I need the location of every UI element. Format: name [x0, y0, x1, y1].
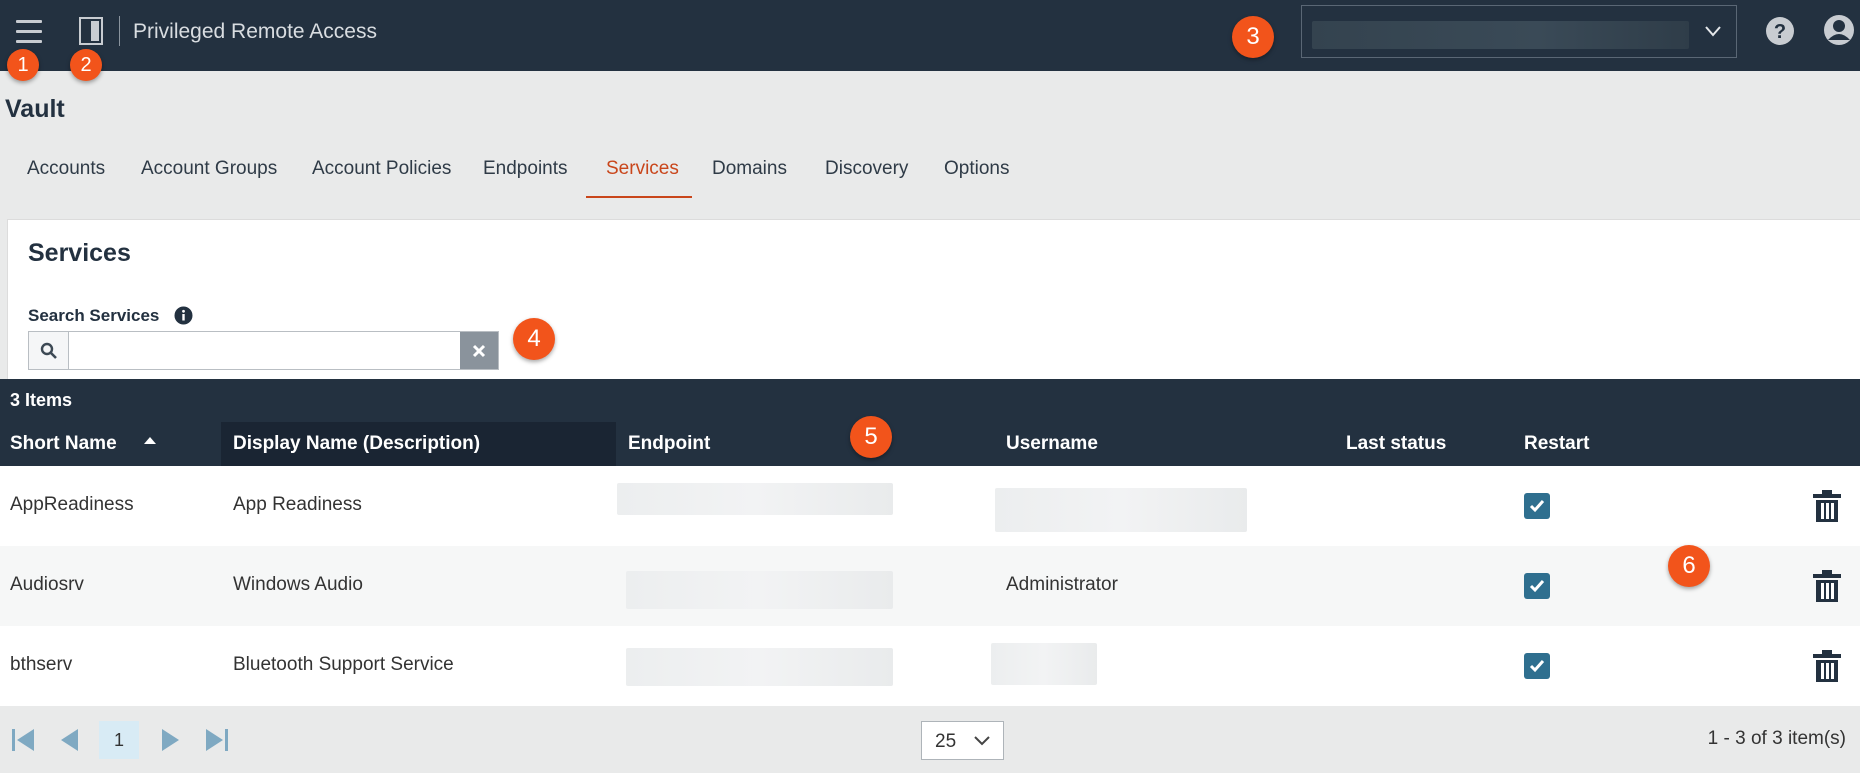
callout-4: 4 — [513, 318, 555, 360]
callout-5: 5 — [850, 416, 892, 458]
sort-ascending-icon — [144, 437, 156, 444]
trash-icon[interactable] — [1812, 490, 1842, 522]
column-display-name[interactable]: Display Name (Description) — [233, 433, 480, 455]
search-icon — [29, 332, 69, 369]
page-size-value: 25 — [935, 731, 957, 752]
active-tab-indicator — [586, 196, 692, 198]
panel-title: Services — [28, 239, 131, 267]
site-selector-dropdown[interactable] — [1301, 5, 1737, 58]
short-name-cell: bthserv — [10, 654, 73, 675]
tab-discovery[interactable]: Discovery — [825, 158, 908, 180]
redacted-endpoint — [626, 571, 893, 609]
tab-options[interactable]: Options — [944, 158, 1009, 180]
page-title: Vault — [5, 95, 65, 123]
callout-6: 6 — [1668, 545, 1710, 587]
previous-page-icon[interactable] — [58, 727, 84, 753]
page-background — [0, 71, 1860, 219]
column-username[interactable]: Username — [1006, 433, 1098, 455]
username-cell: Administrator — [1006, 574, 1118, 595]
table-row[interactable]: AppReadiness App Readiness — [0, 466, 1860, 546]
first-page-icon[interactable] — [10, 727, 36, 753]
display-name-cell: Bluetooth Support Service — [233, 654, 454, 675]
panel-gutter — [0, 219, 7, 379]
tab-services[interactable]: Services — [606, 158, 679, 180]
redacted-username — [995, 488, 1247, 532]
close-icon[interactable] — [460, 332, 498, 369]
redacted-site-name — [1312, 21, 1689, 49]
info-icon[interactable] — [174, 306, 193, 325]
short-name-cell: AppReadiness — [10, 494, 134, 515]
page-size-select[interactable]: 25 — [921, 721, 1004, 760]
restart-checkbox[interactable] — [1524, 653, 1550, 679]
redacted-endpoint — [626, 648, 893, 686]
search-services-field — [28, 331, 499, 370]
search-label: Search Services — [28, 306, 160, 325]
trash-icon[interactable] — [1812, 570, 1842, 602]
trash-icon[interactable] — [1812, 650, 1842, 682]
pagination-info: 1 - 3 of 3 item(s) — [1707, 728, 1846, 749]
tab-accounts[interactable]: Accounts — [27, 158, 105, 180]
column-short-name[interactable]: Short Name — [10, 433, 117, 455]
restart-checkbox[interactable] — [1524, 493, 1550, 519]
callout-1: 1 — [7, 49, 39, 81]
callout-3: 3 — [1232, 16, 1274, 58]
door-icon[interactable] — [79, 17, 103, 45]
svg-text:?: ? — [1774, 21, 1786, 43]
tab-account-policies[interactable]: Account Policies — [312, 158, 451, 180]
display-name-cell: Windows Audio — [233, 574, 363, 595]
column-restart[interactable]: Restart — [1524, 433, 1589, 455]
tab-domains[interactable]: Domains — [712, 158, 787, 180]
table-row[interactable]: bthserv Bluetooth Support Service — [0, 626, 1860, 706]
header-divider — [119, 16, 120, 46]
hamburger-menu-icon[interactable] — [16, 20, 44, 44]
tab-endpoints[interactable]: Endpoints — [483, 158, 568, 180]
chevron-down-icon — [1705, 26, 1721, 37]
table-row[interactable]: Audiosrv Windows Audio Administrator — [0, 546, 1860, 626]
redacted-endpoint — [617, 483, 893, 515]
column-last-status[interactable]: Last status — [1346, 433, 1446, 455]
short-name-cell: Audiosrv — [10, 574, 84, 595]
user-account-icon[interactable] — [1823, 14, 1855, 46]
search-input[interactable] — [70, 332, 460, 369]
redacted-username — [991, 643, 1097, 685]
tab-account-groups[interactable]: Account Groups — [141, 158, 277, 180]
help-icon[interactable]: ? — [1765, 16, 1795, 46]
app-title: Privileged Remote Access — [133, 20, 377, 43]
callout-2: 2 — [70, 49, 102, 81]
column-endpoint[interactable]: Endpoint — [628, 433, 710, 455]
current-page-button[interactable]: 1 — [99, 721, 139, 759]
item-count: 3 Items — [10, 390, 73, 410]
restart-checkbox[interactable] — [1524, 573, 1550, 599]
next-page-icon[interactable] — [156, 727, 182, 753]
chevron-down-icon — [974, 736, 990, 746]
display-name-cell: App Readiness — [233, 494, 362, 515]
last-page-icon[interactable] — [204, 727, 230, 753]
